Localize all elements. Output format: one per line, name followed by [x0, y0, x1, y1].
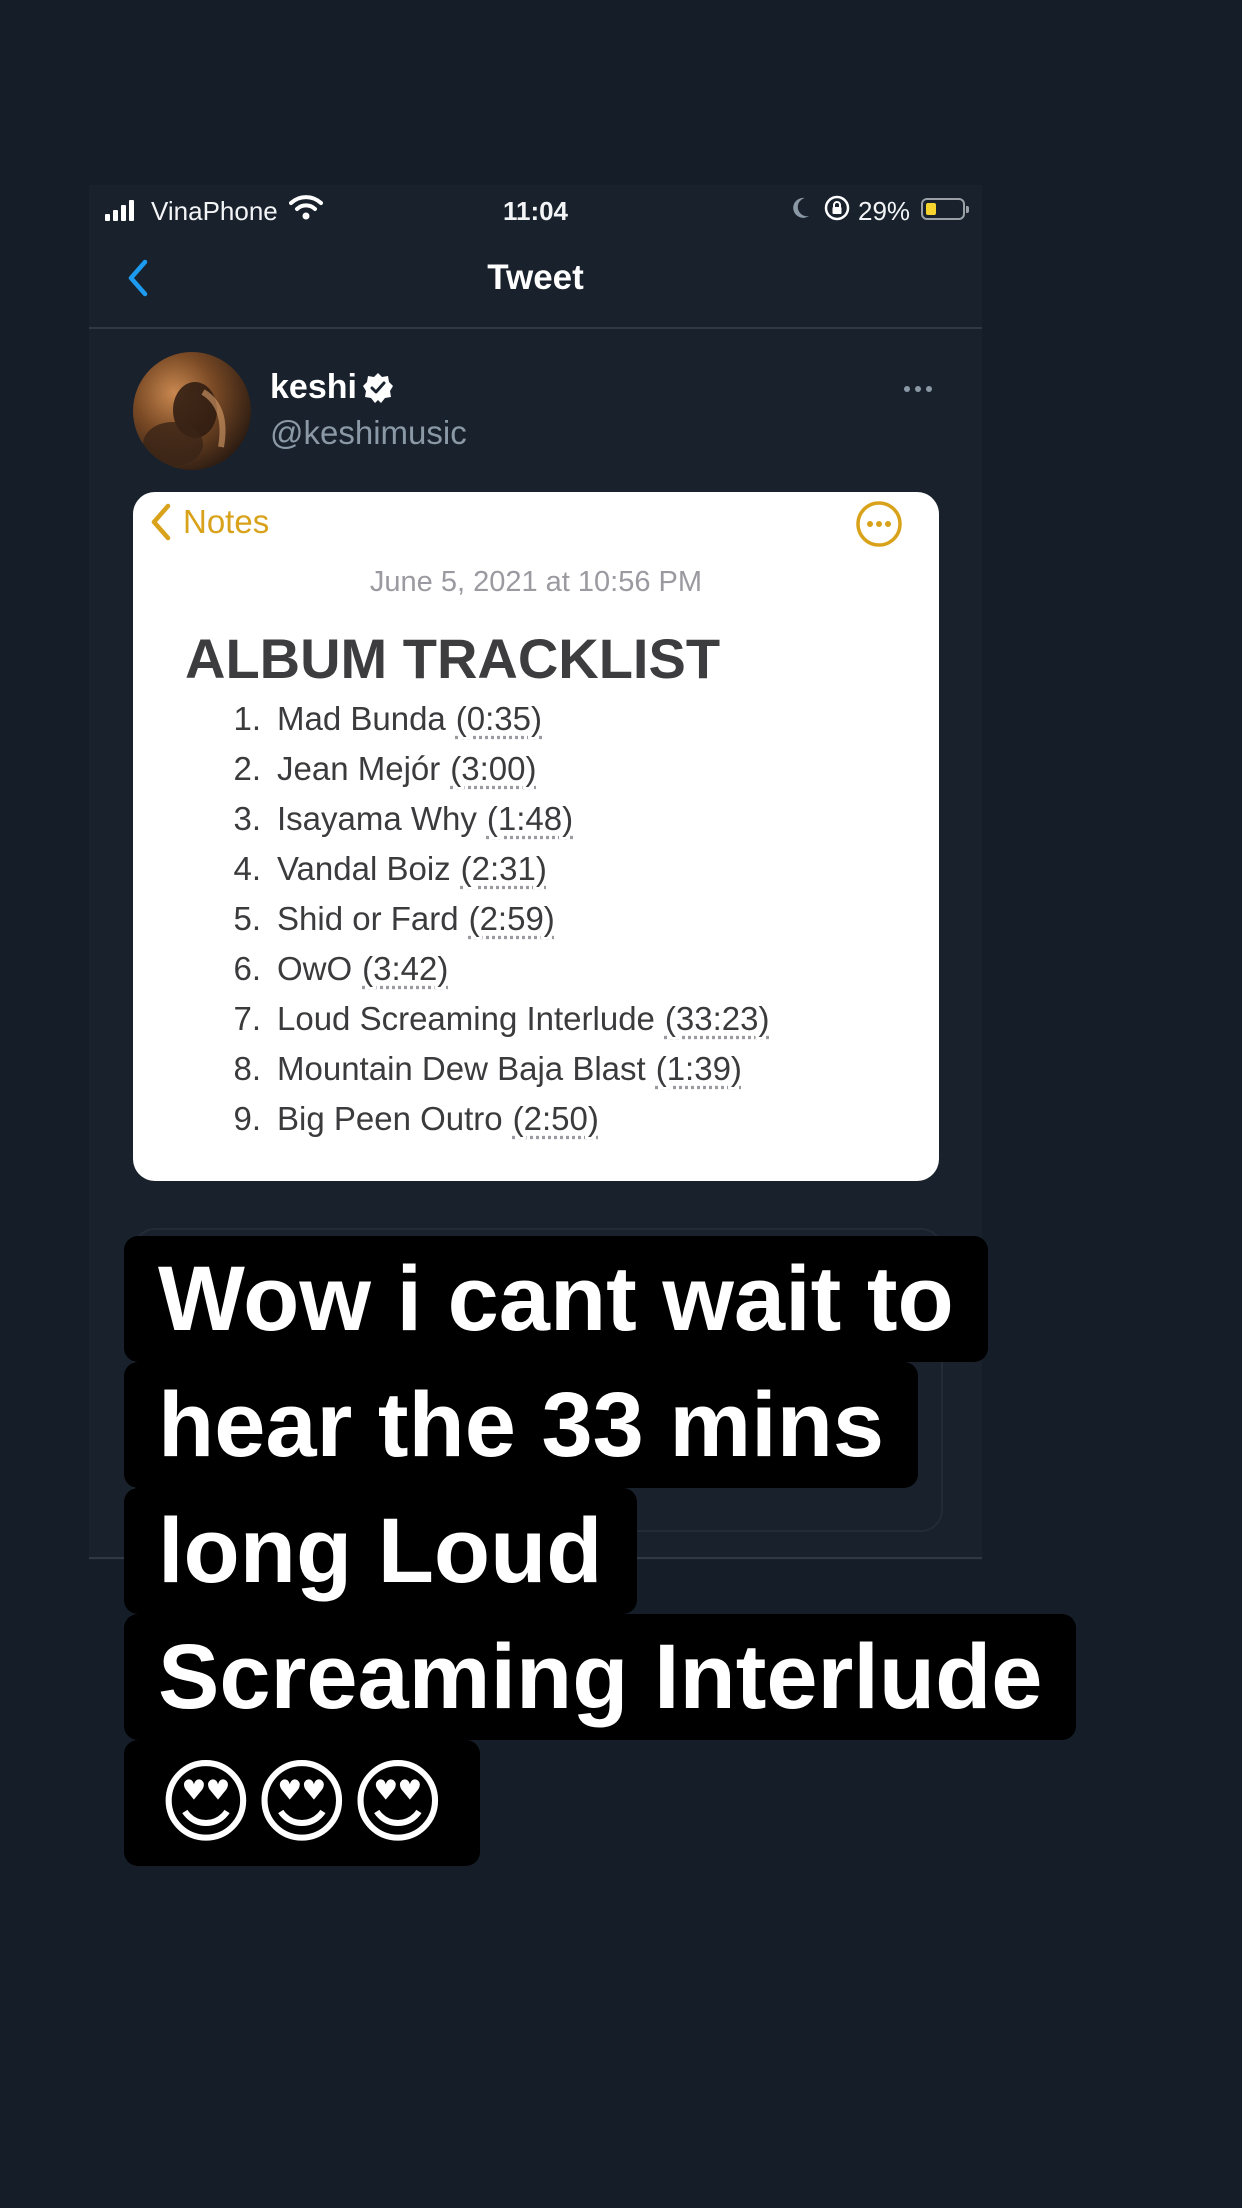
track-duration: (3:42): [362, 950, 449, 987]
track-duration: (3:00): [450, 750, 537, 787]
track-duration: (33:23): [664, 1000, 770, 1037]
track-item: 5. Shid or Fard (2:59): [205, 894, 769, 944]
verified-badge-icon: [362, 372, 394, 409]
tracklist: 1. Mad Bunda (0:35) 2. Jean Mejór (3:00) 3. Isa…: [205, 694, 769, 1144]
track-title: Mad Bunda: [277, 700, 446, 737]
track-number: 7.: [233, 1000, 261, 1037]
track-title: Mountain Dew Baja Blast: [277, 1050, 646, 1087]
track-item: 8. Mountain Dew Baja Blast (1:39): [205, 1044, 769, 1094]
caption-emoji: 😍😍😍: [124, 1740, 480, 1866]
notes-back-button: Notes: [149, 502, 269, 542]
track-item: 1. Mad Bunda (0:35): [205, 694, 769, 744]
caption-line: long Loud: [124, 1488, 637, 1614]
track-number: 6.: [233, 950, 261, 987]
track-number: 9.: [233, 1100, 261, 1137]
track-number: 3.: [233, 800, 261, 837]
notes-back-label: Notes: [183, 503, 270, 540]
caption-line: Screaming Interlude: [124, 1614, 1077, 1740]
track-number: 2.: [233, 750, 261, 787]
author-handle[interactable]: @keshimusic: [270, 414, 467, 452]
track-number: 1.: [233, 700, 261, 737]
battery-icon: [921, 198, 969, 220]
track-duration: (1:48): [486, 800, 574, 837]
author-name[interactable]: keshi: [270, 368, 357, 407]
track-title: Vandal Boiz: [277, 850, 451, 887]
track-item: 2. Jean Mejór (3:00): [205, 744, 769, 794]
track-number: 5.: [233, 900, 261, 937]
note-date: June 5, 2021 at 10:56 PM: [369, 566, 703, 598]
avatar[interactable]: [133, 352, 251, 470]
do-not-disturb-icon: [789, 194, 813, 229]
track-item: 3. Isayama Why (1:48): [205, 794, 769, 844]
rotation-lock-icon: [823, 194, 851, 229]
page-title: Tweet: [487, 258, 584, 297]
track-item: 9. Big Peen Outro (2:50): [205, 1094, 769, 1144]
track-duration: (2:31): [460, 850, 547, 887]
story-caption: Wow i cant wait to hear the 33 mins long L…: [124, 1236, 1124, 1866]
track-item: 4. Vandal Boiz (2:31): [205, 844, 769, 894]
caption-line: hear the 33 mins: [124, 1362, 919, 1488]
track-item: 6. OwO (3:42): [205, 944, 769, 994]
notes-more-icon: [855, 500, 903, 553]
track-duration: (2:59): [468, 900, 555, 937]
track-title: Isayama Why: [277, 800, 477, 837]
track-title: Big Peen Outro: [277, 1100, 503, 1137]
track-duration: (2:50): [512, 1100, 599, 1137]
track-title: Loud Screaming Interlude: [277, 1000, 655, 1037]
track-duration: (0:35): [455, 700, 543, 737]
track-title: Shid or Fard: [277, 900, 459, 937]
track-number: 8.: [233, 1050, 261, 1087]
track-item: 7. Loud Screaming Interlude (33:23): [205, 994, 769, 1044]
navigation-bar: Tweet: [89, 237, 982, 329]
note-heading: ALBUM TRACKLIST: [185, 627, 721, 690]
tweet-image-notes-screenshot[interactable]: Notes June 5, 2021 at 10:56 PM ALBUM TRA…: [133, 492, 939, 1181]
track-number: 4.: [233, 850, 261, 887]
status-bar: VinaPhone 11:04 29%: [89, 185, 982, 237]
caption-line: Wow i cant wait to: [124, 1236, 988, 1362]
battery-level-fill: [926, 203, 936, 215]
track-duration: (1:39): [655, 1050, 742, 1087]
track-title: Jean Mejór: [277, 750, 441, 787]
more-options-icon[interactable]: [904, 386, 932, 392]
battery-percent: 29%: [858, 196, 911, 226]
track-title: OwO: [277, 950, 353, 987]
